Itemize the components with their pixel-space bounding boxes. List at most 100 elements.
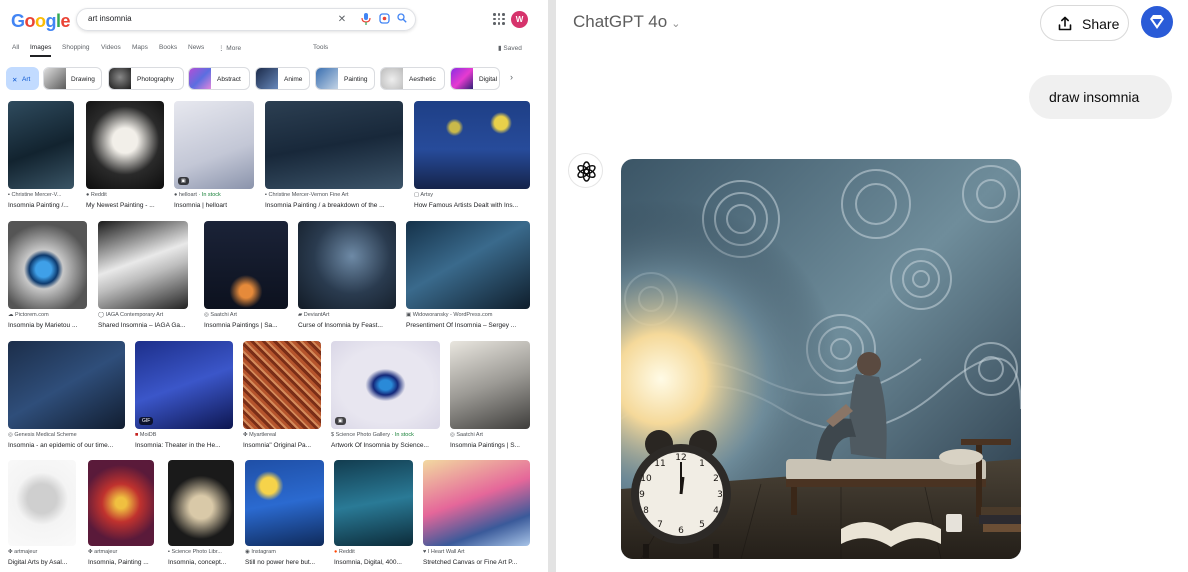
image-result[interactable]: ✤ artmajeur Digital Arts by Asal...	[8, 460, 76, 570]
chip-photography[interactable]: Photography	[108, 67, 184, 90]
result-title: My Newest Painting - ...	[86, 202, 155, 209]
tools-button[interactable]: Tools	[313, 44, 328, 51]
image-result[interactable]: ♥ I Heart Wall Art Stretched Canvas or F…	[423, 460, 530, 570]
result-title: Insomnia - an epidemic of our time...	[8, 442, 114, 449]
search-icon[interactable]	[395, 13, 409, 27]
result-thumbnail	[8, 221, 87, 309]
result-thumbnail	[8, 341, 125, 429]
image-result[interactable]: ☁ Pictorem.com Insomnia by Marietou ...	[8, 221, 87, 331]
image-result[interactable]: ✤ artmajeur Insomnia, Painting ...	[88, 460, 154, 570]
tab-books[interactable]: Books	[159, 44, 177, 51]
shopping-badge-icon: ▣	[178, 177, 189, 185]
image-result[interactable]: ◎ Genesis Medical Scheme Insomnia - an e…	[8, 341, 125, 451]
chip-abstract[interactable]: Abstract	[188, 67, 250, 90]
result-thumbnail	[8, 101, 74, 189]
image-result[interactable]: ◯ IAGA Contemporary Art Shared Insomnia …	[98, 221, 188, 331]
share-button[interactable]: Share	[1040, 5, 1129, 41]
tab-images[interactable]: Images	[30, 44, 52, 57]
pane-divider[interactable]	[548, 0, 556, 572]
image-result[interactable]: ▣ ● helloart · In stock Insomnia | hello…	[174, 101, 254, 211]
tab-all[interactable]: All	[12, 44, 19, 51]
result-title: Presentiment Of Insomnia – Sergey ...	[406, 322, 517, 329]
image-result[interactable]: ● Reddit Insomnia, Digital, 400...	[334, 460, 413, 570]
image-result[interactable]: ● Reddit My Newest Painting - ...	[86, 101, 164, 211]
result-source: ✤ Myartlereal	[243, 432, 277, 438]
saved-link[interactable]: ▮ Saved	[498, 44, 522, 52]
result-thumbnail	[8, 460, 76, 546]
image-result[interactable]: ▢ Artsy How Famous Artists Dealt with In…	[414, 101, 530, 211]
image-result[interactable]: ▣ Widoworansky - WordPress.com Presentim…	[406, 221, 530, 331]
chip-drawing[interactable]: Drawing	[43, 67, 102, 90]
result-source: ◎ Saatchi Art	[450, 432, 483, 438]
tab-maps[interactable]: Maps	[132, 44, 148, 51]
image-result[interactable]: ✤ Myartlereal Insomnia" Original Pa...	[243, 341, 321, 451]
svg-text:4: 4	[713, 506, 719, 516]
lens-icon[interactable]	[377, 13, 391, 27]
result-source: ✤ artmajeur	[88, 549, 118, 555]
result-source: ● Reddit	[334, 549, 355, 555]
diamond-icon	[1150, 15, 1164, 29]
tab-more[interactable]: ⋮ More	[218, 44, 241, 52]
svg-text:10: 10	[640, 474, 652, 484]
filter-chips: ✕ Art Drawing Photography Abstract Anime…	[0, 67, 548, 91]
user-message-text: draw insomnia	[1049, 89, 1140, 105]
image-result[interactable]: ▰ DeviantArt Curse of Insomnia by Feast.…	[298, 221, 396, 331]
image-result[interactable]: ◎ Saatchi Art Insomnia Paintings | S...	[450, 341, 530, 451]
chip-thumbnail	[44, 68, 66, 89]
result-title: Insomnia by Marietou ...	[8, 322, 78, 329]
result-source: ▪ Science Photo Libr...	[168, 549, 222, 555]
chip-digital[interactable]: Digital	[450, 67, 500, 90]
result-thumbnail	[243, 341, 321, 429]
model-selector[interactable]: ChatGPT 4o ⌄	[573, 12, 680, 32]
share-icon	[1058, 16, 1072, 31]
result-thumbnail	[406, 221, 530, 309]
chip-label: Aesthetic	[409, 76, 436, 83]
mic-icon[interactable]	[359, 13, 373, 27]
svg-text:5: 5	[699, 520, 705, 530]
result-title: Still no power here but...	[245, 559, 316, 566]
result-source: ♥ I Heart Wall Art	[423, 549, 465, 555]
result-title: Curse of Insomnia by Feast...	[298, 322, 383, 329]
svg-text:7: 7	[657, 520, 663, 530]
close-icon: ✕	[12, 77, 18, 84]
search-box[interactable]: art insomnia ✕	[76, 8, 416, 31]
image-result[interactable]: GIF ■ MoiDB Insomnia: Theater in the He.…	[135, 341, 233, 451]
chip-aesthetic[interactable]: Aesthetic	[380, 67, 445, 90]
image-result[interactable]: ▪ Christine Mercer-V... Insomnia Paintin…	[8, 101, 74, 211]
saved-label: Saved	[503, 45, 522, 52]
chip-art[interactable]: ✕ Art	[6, 67, 39, 90]
svg-text:11: 11	[654, 459, 665, 469]
tab-shopping[interactable]: Shopping	[62, 44, 89, 51]
tab-videos[interactable]: Videos	[101, 44, 121, 51]
image-result[interactable]: ◎ Saatchi Art Insomnia Paintings | Sa...	[204, 221, 288, 331]
chip-thumbnail	[381, 68, 403, 89]
result-source: ▪ Christine Mercer-V...	[8, 192, 62, 198]
share-label: Share	[1082, 16, 1120, 32]
search-input[interactable]: art insomnia	[88, 14, 132, 23]
generated-image[interactable]: 12 1 2 3 45 6 78 9 10 11	[621, 159, 1021, 559]
chip-thumbnail	[109, 68, 131, 89]
image-result[interactable]: ▣ $ Science Photo Gallery · In stock Art…	[331, 341, 440, 451]
result-title: Insomnia Painting /...	[8, 202, 69, 209]
image-result[interactable]: ▪ Science Photo Libr... Insomnia, concep…	[168, 460, 234, 570]
result-source: ◉ Instagram	[245, 549, 276, 555]
apps-grid-icon[interactable]	[493, 13, 505, 25]
user-message-bubble: draw insomnia	[1029, 75, 1172, 119]
image-result[interactable]: ◉ Instagram Still no power here but...	[245, 460, 324, 570]
image-result[interactable]: ▪ Christine Mercer-Vernon Fine Art Insom…	[265, 101, 403, 211]
google-logo[interactable]: Google	[11, 11, 71, 32]
chip-painting[interactable]: Painting	[315, 67, 375, 90]
result-title: Digital Arts by Asal...	[8, 559, 68, 566]
result-source: ◎ Genesis Medical Scheme	[8, 432, 77, 438]
chevron-right-icon[interactable]: ›	[510, 72, 513, 82]
result-source: ● Reddit	[86, 192, 107, 198]
result-source: ☁ Pictorem.com	[8, 312, 49, 318]
chip-anime[interactable]: Anime	[255, 67, 310, 90]
clear-icon[interactable]: ✕	[335, 13, 349, 27]
result-title: Insomnia Paintings | S...	[450, 442, 520, 449]
result-thumbnail: ▣	[331, 341, 440, 429]
result-thumbnail	[204, 221, 288, 309]
tab-news[interactable]: News	[188, 44, 204, 51]
account-avatar[interactable]: W	[511, 11, 528, 28]
profile-avatar[interactable]	[1141, 6, 1173, 38]
